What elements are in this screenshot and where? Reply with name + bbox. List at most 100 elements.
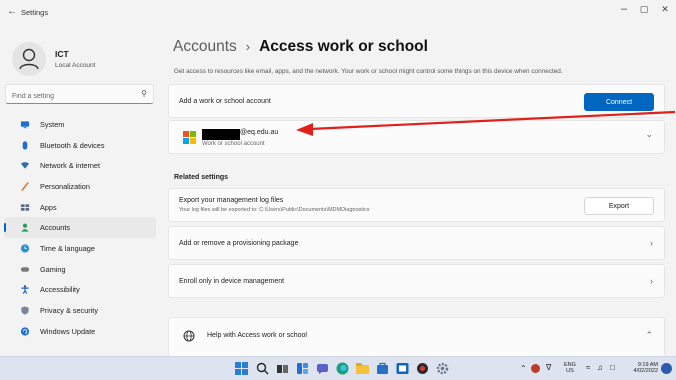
breadcrumb-separator: ›: [245, 39, 251, 54]
main-content: Accounts › Access work or school Get acc…: [165, 26, 676, 356]
chevron-up-icon[interactable]: ⌃: [645, 330, 653, 341]
back-arrow-icon[interactable]: ←: [7, 6, 17, 17]
sidebar-item-label: Windows Update: [40, 326, 96, 336]
nav-list: System Bluetooth & devices Network & inter…: [0, 114, 160, 342]
account-email: @eq.edu.au: [240, 129, 279, 136]
volume-icon[interactable]: ♫: [597, 363, 603, 372]
sidebar-item-label: System: [40, 119, 65, 129]
sidebar-item-privacy-security[interactable]: Privacy & security: [4, 300, 156, 321]
page-title: Access work or school: [259, 38, 428, 55]
battery-icon[interactable]: □: [610, 363, 615, 372]
redaction-box: [202, 129, 240, 140]
edge-icon[interactable]: [336, 362, 349, 375]
help-label: Help with Access work or school: [207, 332, 307, 339]
sidebar-item-bluetooth-devices[interactable]: Bluetooth & devices: [4, 135, 156, 156]
accessibility-icon: [20, 285, 30, 295]
search-taskbar-icon[interactable]: [256, 362, 269, 375]
tray-chevron-up-icon[interactable]: ⌃: [520, 364, 527, 373]
start-icon[interactable]: [235, 362, 248, 375]
update-icon: [20, 326, 30, 336]
taskbar: ⌃ ∇ ENG US ≈ ♫ □ 9:19 AM 4/02/2022: [0, 356, 676, 380]
settings-gear-icon[interactable]: [436, 362, 449, 375]
window-title: Settings: [21, 8, 49, 17]
bluetooth-icon: [20, 140, 30, 150]
connected-account-card[interactable]: @eq.edu.au Work or school account ⌄: [168, 120, 665, 154]
task-view-icon[interactable]: [276, 362, 289, 375]
add-account-label: Add a work or school account: [179, 98, 271, 105]
sidebar-item-label: Bluetooth & devices: [40, 140, 105, 150]
search-icon[interactable]: ⚲: [141, 89, 147, 98]
search-box[interactable]: ⚲: [5, 84, 154, 106]
minimize-icon[interactable]: –: [617, 3, 631, 15]
sidebar-item-gaming[interactable]: Gaming: [4, 259, 156, 280]
wifi-icon: [20, 161, 30, 171]
sidebar-item-accessibility[interactable]: Accessibility: [4, 280, 156, 301]
title-bar: ← Settings – ▢ ✕: [0, 0, 676, 26]
page-description: Get access to resources like email, apps…: [174, 68, 563, 75]
file-explorer-icon[interactable]: [356, 362, 369, 375]
sidebar: ICT Local Account ⚲ System Bluetooth & de…: [0, 26, 160, 356]
sidebar-item-label: Time & language: [40, 243, 95, 253]
sidebar-item-accounts[interactable]: Accounts: [4, 217, 156, 239]
related-settings-heading: Related settings: [174, 174, 229, 181]
account-type: Work or school account: [202, 141, 265, 147]
avatar: [12, 42, 46, 76]
tray-app-icon[interactable]: [531, 364, 540, 373]
globe-clock-icon: [20, 243, 30, 253]
close-icon[interactable]: ✕: [658, 4, 672, 15]
export-logs-subtitle: Your log files will be exported to: C:\U…: [179, 207, 370, 213]
provisioning-card[interactable]: Add or remove a provisioning package ›: [168, 226, 665, 260]
add-account-card: Add a work or school account Connect: [168, 84, 665, 118]
sidebar-item-personalization[interactable]: Personalization: [4, 176, 156, 197]
tray-drive-icon[interactable]: ∇: [546, 363, 551, 372]
profile-name: ICT: [55, 49, 69, 59]
monitor-icon: [20, 119, 30, 129]
shield-icon: [20, 306, 30, 316]
clock[interactable]: 9:19 AM 4/02/2022: [622, 362, 658, 374]
sidebar-item-label: Privacy & security: [40, 306, 98, 316]
profile[interactable]: ICT Local Account: [12, 42, 95, 76]
sidebar-item-label: Accounts: [40, 223, 71, 233]
sidebar-item-label: Apps: [40, 202, 57, 212]
person-icon: [19, 48, 39, 70]
wifi-icon[interactable]: ≈: [586, 363, 590, 372]
sidebar-item-label: Accessibility: [40, 285, 80, 295]
language-indicator[interactable]: ENG US: [564, 362, 576, 374]
mail-icon[interactable]: [396, 362, 409, 375]
sidebar-item-system[interactable]: System: [4, 114, 156, 135]
export-logs-card: Export your management log files Your lo…: [168, 188, 665, 222]
sidebar-item-network-internet[interactable]: Network & internet: [4, 155, 156, 176]
sidebar-item-time-language[interactable]: Time & language: [4, 238, 156, 259]
provisioning-label: Add or remove a provisioning package: [179, 240, 299, 247]
sidebar-item-apps[interactable]: Apps: [4, 197, 156, 218]
gamepad-icon: [20, 264, 30, 274]
enroll-card[interactable]: Enroll only in device management ›: [168, 264, 665, 298]
sidebar-item-windows-update[interactable]: Windows Update: [4, 321, 156, 342]
security-app-icon[interactable]: [416, 362, 429, 375]
breadcrumb: Accounts › Access work or school: [173, 38, 428, 56]
chevron-right-icon: ›: [650, 276, 653, 286]
accounts-icon: [20, 223, 30, 233]
sidebar-item-label: Gaming: [40, 264, 66, 274]
chevron-down-icon[interactable]: ⌄: [645, 129, 653, 140]
help-globe-icon: [183, 330, 195, 342]
store-icon[interactable]: [376, 362, 389, 375]
breadcrumb-parent[interactable]: Accounts: [173, 38, 237, 56]
widgets-icon[interactable]: [296, 362, 309, 375]
sidebar-item-label: Personalization: [40, 181, 90, 191]
chevron-right-icon: ›: [650, 238, 653, 248]
brush-icon: [20, 181, 30, 191]
enroll-label: Enroll only in device management: [179, 278, 285, 285]
maximize-icon[interactable]: ▢: [637, 4, 651, 15]
export-logs-title: Export your management log files: [179, 197, 284, 204]
sidebar-item-label: Network & internet: [40, 161, 101, 171]
chat-icon[interactable]: [316, 362, 329, 375]
profile-subtitle: Local Account: [55, 62, 96, 69]
apps-icon: [20, 202, 30, 212]
microsoft-logo-icon: [183, 131, 196, 144]
search-input[interactable]: [6, 87, 126, 106]
connect-button[interactable]: Connect: [584, 93, 654, 111]
help-card[interactable]: Help with Access work or school ⌃: [168, 317, 665, 356]
export-button[interactable]: Export: [584, 197, 654, 215]
notification-icon[interactable]: [661, 363, 672, 374]
